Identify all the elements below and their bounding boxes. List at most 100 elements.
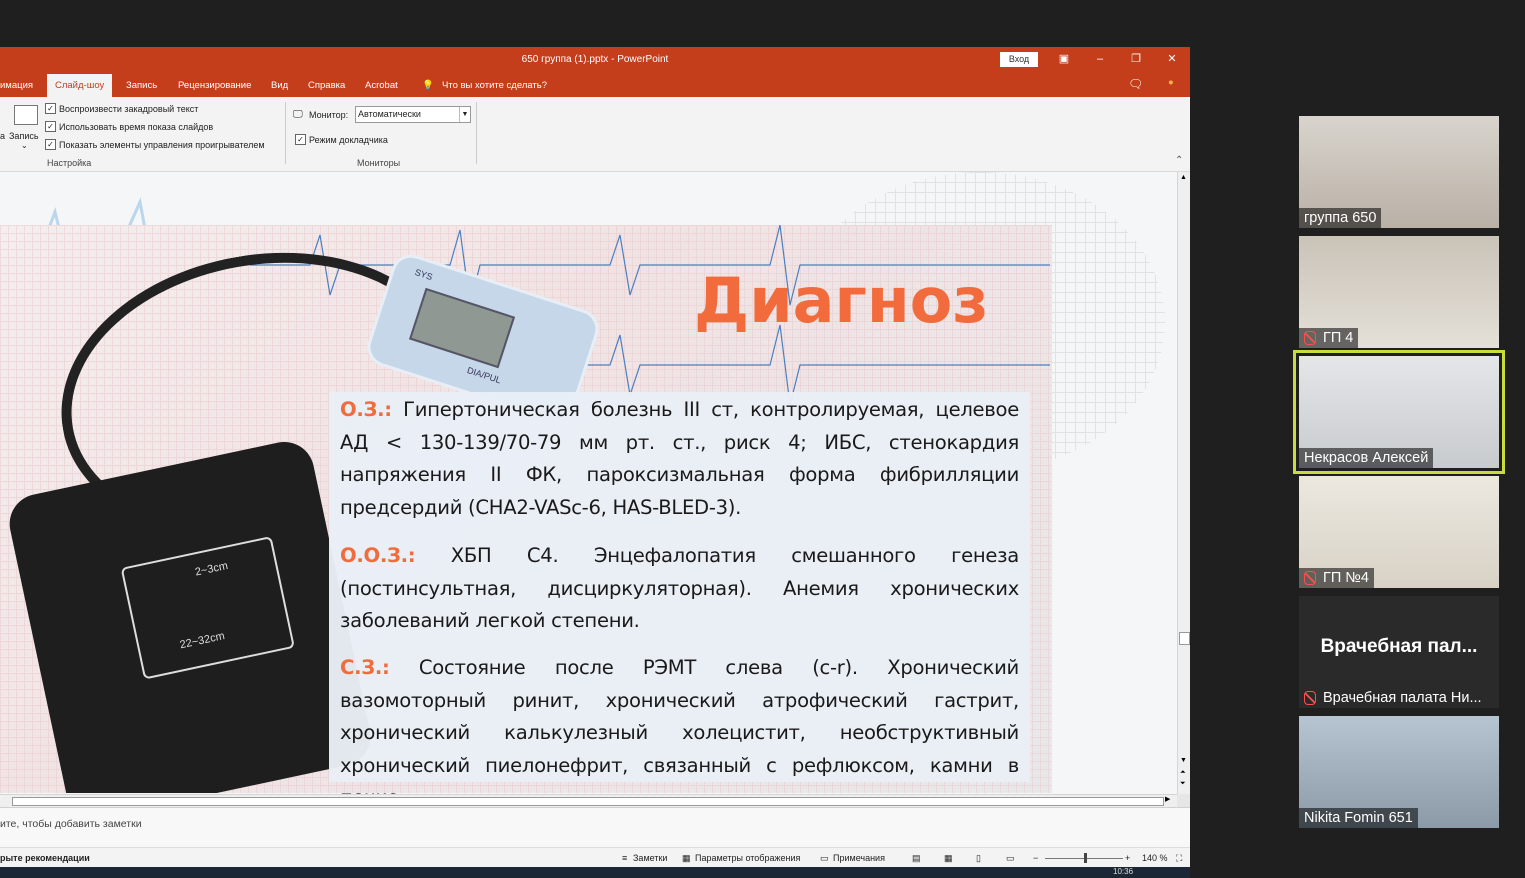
scroll-thumb[interactable] — [1179, 632, 1190, 645]
participant-tile[interactable]: группа 650 — [1299, 116, 1499, 228]
participant-tile[interactable]: ГП №4 — [1299, 476, 1499, 588]
close-button[interactable]: ✕ — [1162, 50, 1182, 68]
reading-view-icon[interactable]: ▯ — [976, 853, 981, 864]
tell-me-search[interactable]: Что вы хотите сделать? — [442, 80, 547, 91]
participant-tile[interactable]: Nikita Fomin 651 — [1299, 716, 1499, 828]
participant-tile[interactable]: ГП 4 — [1299, 236, 1499, 348]
slide: 2~3cm 22~32cm SYS DIA/PUL Диагноз О.З.: … — [0, 172, 1177, 794]
muted-mic-icon — [1304, 691, 1316, 706]
record-icon[interactable] — [14, 105, 38, 125]
title-bar: 650 группа (1).pptx - PowerPoint Вход ▣ … — [0, 47, 1190, 72]
participant-tile[interactable]: Врачебная пал... Врачебная палата Ни... — [1299, 596, 1499, 708]
ribbon: а Запись ⌄ ✓ Воспроизвести закадровый те… — [0, 97, 1190, 172]
dropdown-arrow-icon[interactable]: ▼ — [459, 107, 470, 122]
zoom-in-icon[interactable]: + — [1125, 853, 1130, 863]
notes-button[interactable]: Заметки — [633, 853, 667, 863]
scroll-up-icon[interactable]: ▲ — [1180, 174, 1187, 181]
checkbox-icon[interactable]: ✓ — [45, 139, 56, 150]
monitor-label: Монитор: — [309, 110, 349, 120]
device-sys-label: SYS — [413, 267, 434, 283]
status-bar: рыте рекомендации ≡ Заметки ▦ Параметры … — [0, 847, 1190, 867]
display-settings-button[interactable]: Параметры отображения — [695, 853, 800, 863]
presenter-view-label: Режим докладчика — [309, 134, 388, 145]
checkbox-icon[interactable]: ✓ — [295, 134, 306, 145]
minimize-button[interactable]: – — [1090, 50, 1110, 68]
previous-slide-icon[interactable]: ⏶ — [1180, 769, 1186, 777]
tab-review[interactable]: Рецензирование — [178, 80, 251, 91]
main-diagnosis-text: Гипертоническая болезнь III ст, контроли… — [340, 398, 1019, 519]
participant-name: Врачебная палата Ни... — [1323, 690, 1482, 706]
monitor-icon: 🖵 — [293, 109, 303, 120]
lightbulb-icon: 💡 — [422, 80, 434, 91]
record-button[interactable]: Запись — [9, 131, 39, 141]
narration-checkbox[interactable]: ✓ Воспроизвести закадровый текст — [45, 103, 198, 114]
zoom-out-icon[interactable]: − — [1033, 853, 1038, 863]
cuff-size-1: 2~3cm — [193, 559, 230, 579]
participant-name-row: ГП №4 — [1299, 568, 1374, 588]
diagnosis-textbox[interactable]: О.З.: Гипертоническая болезнь III ст, ко… — [329, 392, 1030, 794]
scroll-right-icon[interactable]: ▶ — [1165, 795, 1170, 803]
tab-animations[interactable]: имация — [0, 80, 33, 91]
status-recommendations[interactable]: рыте рекомендации — [0, 853, 90, 863]
display-settings-icon[interactable]: ▦ — [682, 853, 691, 864]
ribbon-separator — [285, 102, 286, 164]
cuff-size-2: 22~32cm — [178, 630, 226, 652]
main-diagnosis-label: О.З.: — [340, 398, 392, 421]
fit-slide-icon[interactable]: ⛶ — [1176, 853, 1182, 864]
participant-name-row: Врачебная палата Ни... — [1299, 688, 1487, 708]
slide-title[interactable]: Диагноз — [694, 264, 988, 337]
complication-text: ХБП С4. Энцефалопатия смешанного генеза … — [340, 544, 1019, 632]
timings-label: Использовать время показа слайдов — [59, 121, 214, 132]
horizontal-scrollbar[interactable]: ▶ — [0, 794, 1177, 808]
login-button[interactable]: Вход — [1000, 52, 1038, 67]
complication-paragraph: О.О.З.: ХБП С4. Энцефалопатия смешанного… — [340, 540, 1019, 638]
tab-record[interactable]: Запись — [126, 80, 157, 91]
tab-slideshow[interactable]: Слайд-шоу — [47, 74, 113, 97]
narration-label: Воспроизвести закадровый текст — [59, 103, 199, 114]
cuff-label: 2~3cm 22~32cm — [120, 536, 295, 680]
vertical-scrollbar[interactable]: ▲ ▼ ⏶ ⏷ — [1177, 172, 1190, 794]
zoom-level[interactable]: 140 % — [1142, 853, 1168, 863]
checkbox-icon[interactable]: ✓ — [45, 121, 56, 132]
comments-button[interactable]: Примечания — [833, 853, 885, 863]
main-diagnosis-paragraph: О.З.: Гипертоническая болезнь III ст, ко… — [340, 394, 1019, 524]
timings-checkbox[interactable]: ✓ Использовать время показа слайдов — [45, 121, 213, 132]
participant-tile-active-speaker[interactable]: Некрасов Алексей — [1293, 350, 1505, 474]
slideshow-icon[interactable]: ▭ — [1006, 853, 1015, 864]
checkbox-icon[interactable]: ✓ — [45, 103, 56, 114]
complication-label: О.О.З.: — [340, 544, 416, 567]
restore-button[interactable]: ❐ — [1126, 50, 1146, 68]
comments-icon[interactable]: 🗨 — [1128, 77, 1143, 91]
notes-placeholder[interactable]: ите, чтобы добавить заметки — [0, 818, 142, 830]
next-slide-icon[interactable]: ⏷ — [1180, 780, 1186, 788]
normal-view-icon[interactable]: ▤ — [912, 853, 921, 864]
group-monitors-label: Мониторы — [357, 158, 401, 168]
chevron-down-icon[interactable]: ⌄ — [21, 141, 28, 150]
notes-icon[interactable]: ≡ — [622, 853, 627, 863]
ribbon-tabs: имация Слайд-шоу Запись Рецензирование В… — [0, 72, 1190, 97]
horizontal-scroll-thumb[interactable] — [12, 797, 1164, 806]
notification-dot-icon: ● — [1168, 77, 1174, 88]
ribbon-display-options-icon[interactable]: ▣ — [1054, 50, 1074, 68]
device-screen — [409, 287, 516, 369]
presenter-view-checkbox[interactable]: ✓ Режим докладчика — [295, 134, 388, 145]
controls-checkbox[interactable]: ✓ Показать элементы управления проигрыва… — [45, 139, 265, 150]
muted-mic-icon — [1304, 331, 1316, 346]
zoom-slider-thumb[interactable] — [1084, 853, 1087, 863]
taskbar: 10:36 — [0, 867, 1190, 878]
notes-pane[interactable]: ите, чтобы добавить заметки — [0, 807, 1190, 848]
tab-acrobat[interactable]: Acrobat — [365, 80, 398, 91]
scroll-down-icon[interactable]: ▼ — [1180, 757, 1187, 764]
controls-label: Показать элементы управления проигрывате… — [59, 139, 265, 150]
collapse-ribbon-icon[interactable]: ⌃ — [1175, 155, 1183, 166]
participant-big-label: Врачебная пал... — [1320, 636, 1478, 657]
monitor-select[interactable]: Автоматически ▼ — [355, 106, 471, 123]
tab-help[interactable]: Справка — [308, 80, 345, 91]
participant-name-row: ГП 4 — [1299, 328, 1359, 348]
tab-view[interactable]: Вид — [271, 80, 288, 91]
concomitant-paragraph: С.З.: Состояние после РЭМТ слева (c-r). … — [340, 652, 1019, 794]
muted-mic-icon — [1304, 571, 1316, 586]
slide-editor: 2~3cm 22~32cm SYS DIA/PUL Диагноз О.З.: … — [0, 172, 1177, 794]
slide-sorter-icon[interactable]: ▦ — [944, 853, 953, 864]
comments-status-icon[interactable]: ▭ — [820, 853, 829, 864]
